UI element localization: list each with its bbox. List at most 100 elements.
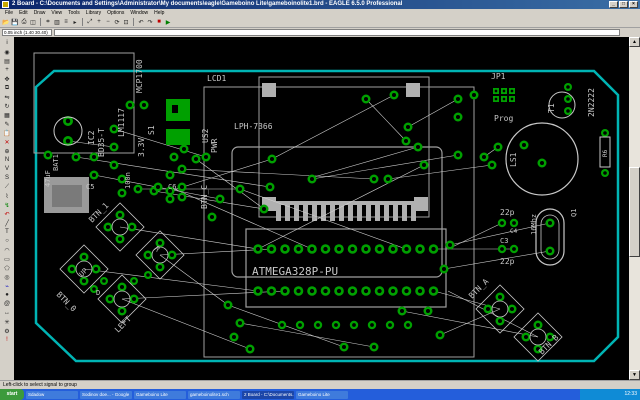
circle-tool-icon[interactable]: ○ bbox=[2, 237, 12, 245]
zoom-select-icon[interactable]: ⊡ bbox=[122, 18, 130, 26]
pad-hole bbox=[441, 266, 447, 272]
menu-view[interactable]: View bbox=[48, 9, 65, 17]
menu-help[interactable]: Help bbox=[151, 9, 167, 17]
schematic-icon[interactable]: ⌗ bbox=[44, 18, 52, 26]
minimize-button[interactable]: _ bbox=[609, 1, 618, 8]
pad-hole bbox=[119, 190, 125, 196]
script-icon[interactable]: ≡ bbox=[62, 18, 70, 26]
paste-tool-icon[interactable]: 📋 bbox=[2, 129, 12, 137]
copy-tool-icon[interactable]: ⧉ bbox=[2, 84, 12, 92]
label-lcd-part: LPH-7366 bbox=[234, 122, 273, 131]
ripup-tool-icon[interactable]: ↶ bbox=[2, 210, 12, 218]
label-ls1: LS1 bbox=[509, 152, 518, 167]
taskbar-item[interactable]: Gameboino Lite bbox=[134, 390, 186, 399]
mark-tool-icon[interactable]: + bbox=[2, 66, 12, 74]
command-input[interactable] bbox=[54, 29, 620, 36]
taskbar-item[interactable]: Sodinov doe... - Google bbox=[80, 390, 132, 399]
add-tool-icon[interactable]: ⊕ bbox=[2, 147, 12, 155]
open-icon[interactable]: 📂 bbox=[2, 18, 10, 26]
rotate-tool-icon[interactable]: ↻ bbox=[2, 102, 12, 110]
board-canvas[interactable]: LCD1 LPH-7366 ATMEGA328P-PU JP1 Prog T1 … bbox=[14, 37, 629, 380]
via-tool-icon[interactable]: ◎ bbox=[2, 273, 12, 281]
change-tool-icon[interactable]: ✎ bbox=[2, 120, 12, 128]
taskbar-item[interactable]: gameboinolite1.sch bbox=[188, 390, 240, 399]
info-tool-icon[interactable]: i bbox=[2, 39, 12, 47]
pads bbox=[43, 83, 609, 354]
signal-tool-icon[interactable]: ⌁ bbox=[2, 282, 12, 290]
pad-hole bbox=[390, 246, 396, 252]
pad-hole bbox=[363, 288, 369, 294]
close-button[interactable]: × bbox=[629, 1, 638, 8]
window-title: 2 Board - C:\Documents and Settings\Admi… bbox=[12, 1, 403, 7]
pad-hole bbox=[217, 196, 223, 202]
lcd-connector-pin bbox=[330, 205, 335, 221]
menu-draw[interactable]: Draw bbox=[31, 9, 49, 17]
eagle-app-icon bbox=[2, 1, 9, 8]
arc-tool-icon[interactable]: ◠ bbox=[2, 246, 12, 254]
menu-options[interactable]: Options bbox=[104, 9, 127, 17]
go-icon[interactable]: ▶ bbox=[164, 18, 172, 26]
pad-hole bbox=[107, 296, 113, 302]
mirror-tool-icon[interactable]: ⇋ bbox=[2, 93, 12, 101]
save-icon[interactable]: 💾 bbox=[11, 18, 19, 26]
zoom-redraw-icon[interactable]: ⟳ bbox=[113, 18, 121, 26]
redo-icon[interactable]: ↷ bbox=[146, 18, 154, 26]
menu-tools[interactable]: Tools bbox=[65, 9, 83, 17]
hole-tool-icon[interactable]: ● bbox=[2, 291, 12, 299]
scroll-thumb[interactable] bbox=[629, 167, 640, 257]
route-tool-icon[interactable]: ↯ bbox=[2, 201, 12, 209]
label-t1: T1 bbox=[547, 103, 556, 113]
taskbar-item[interactable]: 2 Board - C:\Documents... bbox=[242, 390, 294, 399]
text-tool-icon[interactable]: T bbox=[2, 228, 12, 236]
pad-hole bbox=[352, 323, 356, 327]
run-icon[interactable]: ▸ bbox=[71, 18, 79, 26]
smash-tool-icon[interactable]: S bbox=[2, 174, 12, 182]
attribute-tool-icon[interactable]: @ bbox=[2, 300, 12, 308]
autorouter-tool-icon[interactable]: ⚙ bbox=[2, 327, 12, 335]
zoom-fit-icon[interactable]: ⤢ bbox=[86, 18, 94, 26]
pad-hole bbox=[135, 186, 141, 192]
library-icon[interactable]: ▥ bbox=[53, 18, 61, 26]
menu-edit[interactable]: Edit bbox=[16, 9, 31, 17]
display-tool-icon[interactable]: ▤ bbox=[2, 57, 12, 65]
wire-tool-icon[interactable]: ╱ bbox=[2, 219, 12, 227]
print-icon[interactable]: ⎙ bbox=[20, 18, 28, 26]
menu-window[interactable]: Window bbox=[127, 9, 151, 17]
pad-hole bbox=[117, 236, 123, 242]
menu-bar: File Edit Draw View Tools Library Options Windo… bbox=[0, 9, 640, 17]
menu-file[interactable]: File bbox=[2, 9, 16, 17]
label-reg-ic2: BD35-T bbox=[97, 128, 106, 157]
dimension-tool-icon[interactable]: ↔ bbox=[2, 309, 12, 317]
undo-icon[interactable]: ↶ bbox=[137, 18, 145, 26]
polygon-tool-icon[interactable]: ⬠ bbox=[2, 264, 12, 272]
errors-tool-icon[interactable]: ! bbox=[2, 336, 12, 344]
optimize-tool-icon[interactable]: ⌇ bbox=[2, 192, 12, 200]
ratsnest-tool-icon[interactable]: ✳ bbox=[2, 318, 12, 326]
group-tool-icon[interactable]: ▦ bbox=[2, 111, 12, 119]
show-tool-icon[interactable]: ◉ bbox=[2, 48, 12, 56]
zoom-out-icon[interactable]: − bbox=[104, 18, 112, 26]
zoom-in-icon[interactable]: + bbox=[95, 18, 103, 26]
pad-hole bbox=[298, 323, 302, 327]
toolbar-separator bbox=[82, 18, 83, 26]
pad-hole bbox=[566, 85, 570, 89]
stop-icon[interactable]: ■ bbox=[155, 18, 163, 26]
cam-icon[interactable]: ◫ bbox=[29, 18, 37, 26]
start-button[interactable]: start bbox=[0, 389, 24, 400]
taskbar-item[interactable]: Sdadow bbox=[26, 390, 78, 399]
scroll-up-icon[interactable]: ▲ bbox=[629, 37, 640, 47]
name-tool-icon[interactable]: N bbox=[2, 156, 12, 164]
pcb-drawing[interactable]: LCD1 LPH-7366 ATMEGA328P-PU JP1 Prog T1 … bbox=[14, 37, 629, 380]
vertical-scrollbar[interactable]: ▲ ▼ bbox=[629, 37, 640, 380]
move-tool-icon[interactable]: ✥ bbox=[2, 75, 12, 83]
split-tool-icon[interactable]: ⟋ bbox=[2, 183, 12, 191]
taskbar-item[interactable]: Gameboino Lite bbox=[296, 390, 348, 399]
maximize-button[interactable]: □ bbox=[619, 1, 628, 8]
pad-hole bbox=[145, 252, 151, 258]
rect-tool-icon[interactable]: ▭ bbox=[2, 255, 12, 263]
delete-tool-icon[interactable]: ✕ bbox=[2, 138, 12, 146]
value-tool-icon[interactable]: V bbox=[2, 165, 12, 173]
menu-library[interactable]: Library bbox=[83, 9, 104, 17]
window-title-bar[interactable]: 2 Board - C:\Documents and Settings\Admi… bbox=[0, 0, 640, 9]
scroll-down-icon[interactable]: ▼ bbox=[629, 370, 640, 380]
